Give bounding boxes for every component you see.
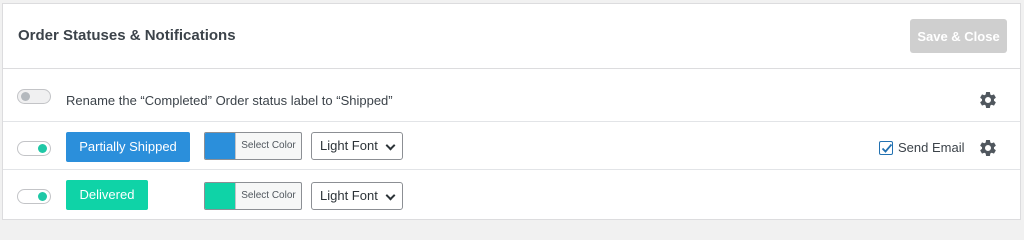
partially-shipped-toggle[interactable] <box>17 141 51 156</box>
order-statuses-panel: Order Statuses & Notifications Save & Cl… <box>2 3 1021 220</box>
send-email-label: Send Email <box>898 140 965 155</box>
chevron-down-icon <box>385 190 396 201</box>
partially-shipped-row: Partially Shipped Select Color Light Fon… <box>3 122 1020 170</box>
delivered-toggle[interactable] <box>17 189 51 204</box>
rename-completed-row: Rename the “Completed” Order status labe… <box>3 70 1020 122</box>
font-select-value: Light Font <box>320 188 378 203</box>
delivered-row: Delivered Select Color Light Font <box>3 170 1020 220</box>
chevron-down-icon <box>385 140 396 151</box>
toggle-knob <box>38 144 47 153</box>
check-icon <box>881 143 893 153</box>
partially-shipped-color-picker[interactable]: Select Color <box>204 132 302 160</box>
partially-shipped-font-select[interactable]: Light Font <box>311 132 403 160</box>
select-color-label: Select Color <box>235 133 301 159</box>
panel-header: Order Statuses & Notifications Save & Cl… <box>3 4 1020 69</box>
delivered-font-select[interactable]: Light Font <box>311 182 403 210</box>
color-swatch <box>205 183 235 209</box>
delivered-label[interactable]: Delivered <box>66 180 148 210</box>
panel-title: Order Statuses & Notifications <box>18 27 236 44</box>
gear-icon[interactable] <box>978 90 998 110</box>
send-email-option[interactable]: Send Email <box>879 140 964 155</box>
gear-icon[interactable] <box>978 138 998 158</box>
send-email-checkbox[interactable] <box>879 140 893 155</box>
rename-completed-toggle[interactable] <box>17 89 51 104</box>
save-close-button[interactable]: Save & Close <box>910 19 1007 53</box>
select-color-label: Select Color <box>235 183 301 209</box>
toggle-knob <box>21 92 30 101</box>
font-select-value: Light Font <box>320 138 378 153</box>
partially-shipped-label[interactable]: Partially Shipped <box>66 132 190 162</box>
delivered-color-picker[interactable]: Select Color <box>204 182 302 210</box>
color-swatch <box>205 133 235 159</box>
rename-completed-text: Rename the “Completed” Order status labe… <box>66 93 393 108</box>
toggle-knob <box>38 192 47 201</box>
